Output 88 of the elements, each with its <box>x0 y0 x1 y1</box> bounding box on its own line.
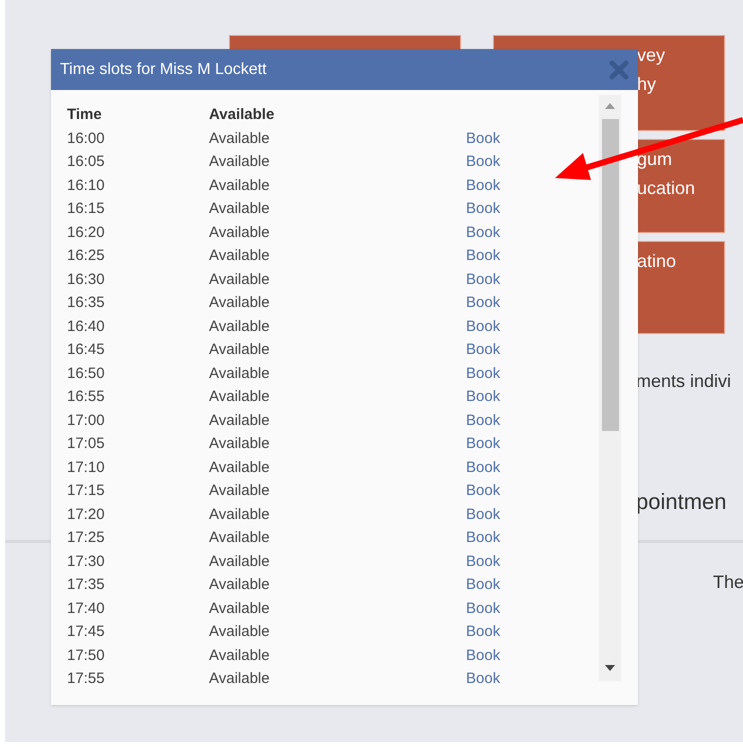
time-cell-text: 16:55 <box>67 387 106 407</box>
book-link[interactable]: Book <box>466 668 500 690</box>
time-cell-text: 17:15 <box>67 481 106 501</box>
body-text: ments indivi <box>636 371 732 391</box>
body-text: The <box>713 572 743 592</box>
status-cell-text: Available <box>209 504 271 524</box>
status-cell-text: Available <box>209 152 271 172</box>
time-cell-text: 17:55 <box>67 669 106 689</box>
time-cell-text: 16:25 <box>67 246 106 266</box>
book-link[interactable]: Book <box>466 174 500 197</box>
book-link[interactable]: Book <box>466 410 500 432</box>
book-link[interactable]: Book <box>466 598 500 620</box>
time-cell-text: 16:35 <box>67 293 106 313</box>
book-link[interactable]: Book <box>466 621 500 644</box>
book-link[interactable]: Book <box>466 362 500 385</box>
book-link[interactable]: Book <box>466 527 500 550</box>
time-cell-text: 16:50 <box>67 364 106 384</box>
status-cell-text: Available <box>209 293 271 313</box>
book-link[interactable]: Book <box>466 198 500 220</box>
book-link[interactable]: Book <box>466 292 500 314</box>
scrollbar-thumb[interactable] <box>602 119 618 431</box>
status-cell-text: Available <box>209 199 271 219</box>
time-cell-text: 16:20 <box>67 222 106 242</box>
book-link[interactable]: Book <box>466 456 500 479</box>
time-cell-text: 16:45 <box>67 340 106 360</box>
tile-label: vey <box>637 44 666 67</box>
time-cell-text: 17:50 <box>67 646 106 666</box>
time-cell-text: 16:05 <box>67 152 106 172</box>
time-cell-text: 16:00 <box>67 128 106 148</box>
status-cell-text: Available <box>209 270 271 290</box>
book-link[interactable]: Book <box>466 504 500 526</box>
status-cell-text: Available <box>209 458 271 478</box>
status-cell-text: Available <box>209 316 271 336</box>
status-cell-text: Available <box>209 481 271 501</box>
status-cell-text: Available <box>209 176 271 196</box>
scroll-down-icon[interactable] <box>605 665 615 671</box>
time-cell-text: 17:05 <box>67 434 106 454</box>
book-link[interactable]: Book <box>466 550 500 573</box>
book-link[interactable]: Book <box>466 128 500 150</box>
column-header: Time <box>67 105 103 126</box>
book-link[interactable]: Book <box>466 245 500 268</box>
status-cell-text: Available <box>209 128 271 148</box>
book-link[interactable]: Book <box>466 316 500 338</box>
time-cell-text: 17:25 <box>67 528 106 548</box>
time-cell-text: 16:15 <box>67 199 106 219</box>
scroll-up-icon[interactable] <box>605 103 615 109</box>
status-cell-text: Available <box>209 669 271 689</box>
time-cell-text: 17:30 <box>67 552 106 572</box>
time-cell-text: 16:40 <box>67 316 106 336</box>
time-cell-text: 17:10 <box>67 458 106 478</box>
status-cell-text: Available <box>209 528 271 548</box>
tile-label: atino <box>637 250 678 273</box>
tile-label: gum <box>637 148 674 171</box>
status-cell-text: Available <box>209 387 271 407</box>
tile-label: hy <box>637 73 658 96</box>
time-cell-text: 17:40 <box>67 598 106 618</box>
status-cell-text: Available <box>209 340 271 360</box>
time-cell-text: 17:35 <box>67 575 106 595</box>
book-link[interactable]: Book <box>466 480 500 502</box>
status-cell-text: Available <box>209 222 271 242</box>
section-heading: pointmen <box>636 489 727 514</box>
book-link[interactable]: Book <box>466 644 500 667</box>
status-cell-text: Available <box>209 246 271 266</box>
book-link[interactable]: Book <box>466 433 500 456</box>
book-link[interactable]: Book <box>466 339 500 362</box>
status-cell-text: Available <box>209 646 271 666</box>
time-cell-text: 17:45 <box>67 622 106 642</box>
status-cell-text: Available <box>209 434 271 454</box>
status-cell-text: Available <box>209 410 271 430</box>
status-cell-text: Available <box>209 622 271 642</box>
dialog-title: Time slots for Miss M Lockett <box>60 60 267 80</box>
scrollbar[interactable] <box>599 95 621 681</box>
book-link[interactable]: Book <box>466 268 500 291</box>
column-header: Available <box>209 105 274 126</box>
book-link[interactable]: Book <box>466 574 500 596</box>
status-cell-text: Available <box>209 364 271 384</box>
book-link[interactable]: Book <box>466 222 500 244</box>
tile-label: ucation <box>637 177 696 200</box>
time-cell-text: 16:30 <box>67 270 106 290</box>
time-cell-text: 16:10 <box>67 176 106 196</box>
close-icon[interactable] <box>608 58 630 80</box>
status-cell-text: Available <box>209 552 271 572</box>
status-cell-text: Available <box>209 598 271 618</box>
status-cell-text: Available <box>209 575 271 595</box>
book-link[interactable]: Book <box>466 151 500 174</box>
time-cell-text: 17:20 <box>67 504 106 524</box>
time-cell-text: 17:00 <box>67 410 106 430</box>
book-link[interactable]: Book <box>466 386 500 408</box>
